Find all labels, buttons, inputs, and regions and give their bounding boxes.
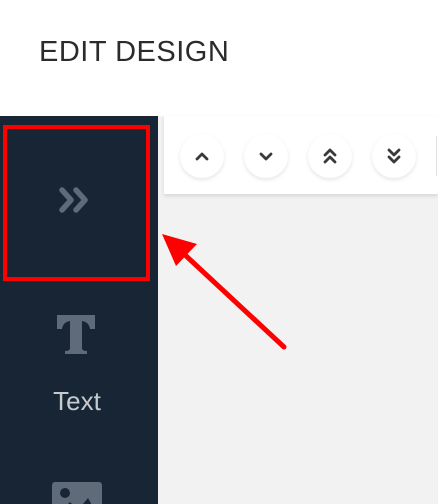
- double-chevron-down-icon: [387, 148, 401, 164]
- double-chevron-up-icon: [323, 148, 337, 164]
- app-root: EDIT DESIGN Text: [0, 0, 438, 504]
- chevron-up-icon: [195, 152, 209, 161]
- sidebar-item-expand[interactable]: [0, 120, 158, 282]
- sidebar-item-label: Text: [53, 386, 101, 416]
- image-icon: [52, 482, 102, 504]
- header: EDIT DESIGN: [0, 0, 438, 116]
- sidebar-item-text[interactable]: Text: [0, 288, 158, 424]
- chevron-down-icon: [259, 152, 273, 161]
- double-chevron-right-icon: [59, 187, 88, 213]
- canvas-area[interactable]: [158, 116, 438, 504]
- layer-toolbar: [164, 116, 438, 194]
- toolbar-divider: [436, 136, 437, 176]
- send-backward-button[interactable]: [244, 134, 288, 178]
- bring-to-front-button[interactable]: [308, 134, 352, 178]
- sidebar-item-image[interactable]: [0, 476, 158, 504]
- text-t-icon: [57, 315, 95, 354]
- page-title: EDIT DESIGN: [39, 36, 230, 68]
- sidebar: Text: [0, 116, 158, 504]
- send-to-back-button[interactable]: [372, 134, 416, 178]
- bring-forward-button[interactable]: [180, 134, 224, 178]
